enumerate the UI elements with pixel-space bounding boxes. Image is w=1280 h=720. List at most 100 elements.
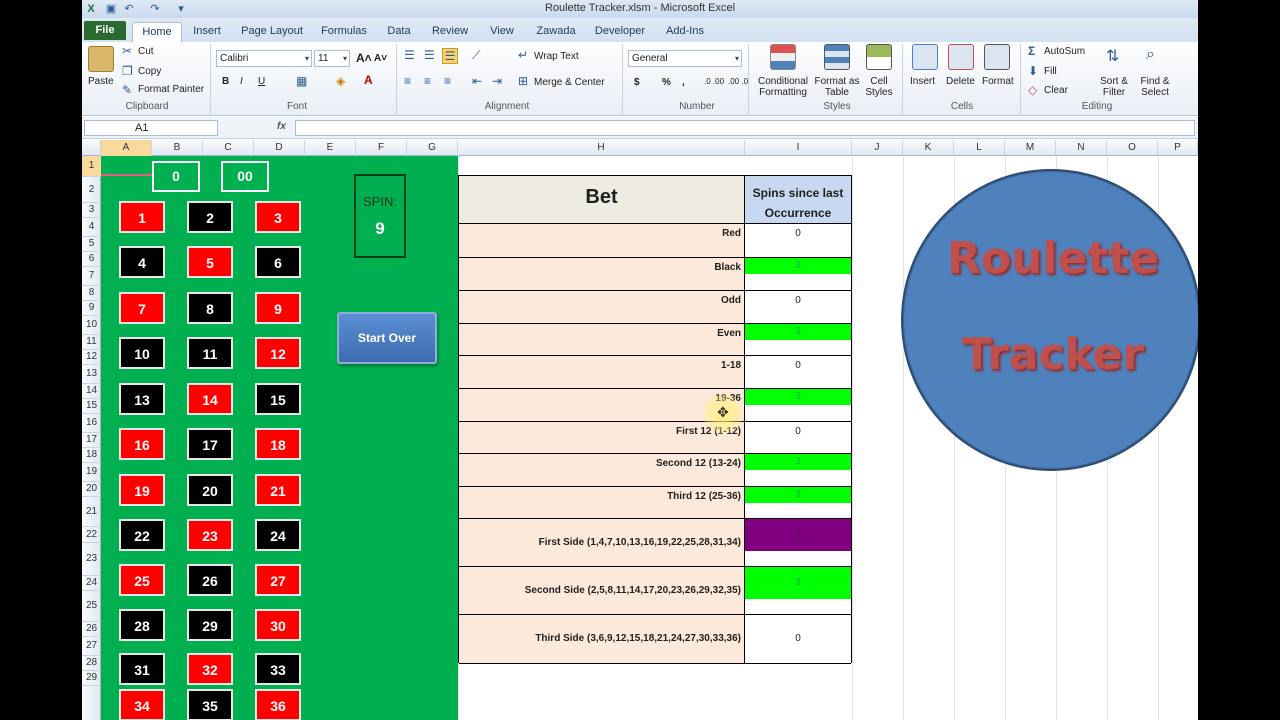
fill-button[interactable]: Fill bbox=[1044, 66, 1057, 77]
row-header-5[interactable]: 5 bbox=[82, 237, 101, 252]
column-header-l[interactable]: L bbox=[954, 140, 1005, 156]
sort-filter-icon[interactable]: ⇅ bbox=[1106, 46, 1119, 66]
find-select-icon[interactable]: ⌕ bbox=[1146, 46, 1155, 64]
roulette-number-12[interactable]: 12 bbox=[255, 337, 301, 369]
align-top-icon[interactable]: ☰ bbox=[404, 48, 415, 62]
roulette-number-8[interactable]: 8 bbox=[187, 292, 233, 324]
insert-cells-button[interactable]: Insert bbox=[910, 76, 935, 87]
row-header-2[interactable]: 2 bbox=[82, 177, 101, 203]
bold-button[interactable]: B bbox=[222, 76, 229, 87]
bet-spins-cell[interactable]: 0 bbox=[745, 615, 851, 664]
row-header-20[interactable]: 20 bbox=[82, 482, 101, 497]
row-header-12[interactable]: 12 bbox=[82, 350, 101, 365]
bet-spins-cell[interactable]: 3 bbox=[745, 389, 851, 422]
insert-cells-icon[interactable] bbox=[912, 44, 938, 70]
row-header-4[interactable]: 4 bbox=[82, 218, 101, 237]
row-header-24[interactable]: 24 bbox=[82, 576, 101, 591]
column-header-h[interactable]: H bbox=[458, 140, 745, 156]
row-header-11[interactable]: 11 bbox=[82, 335, 101, 350]
column-header-j[interactable]: J bbox=[852, 140, 903, 156]
autosum-button[interactable]: AutoSum bbox=[1044, 46, 1085, 57]
comma-button[interactable]: , bbox=[682, 77, 685, 88]
fill-icon[interactable]: ⬇ bbox=[1028, 64, 1038, 78]
sort-filter-button[interactable]: Sort & Filter bbox=[1096, 76, 1132, 98]
roulette-number-31[interactable]: 31 bbox=[119, 653, 165, 685]
decrease-decimal-button[interactable]: .00 .0 bbox=[728, 77, 748, 86]
roulette-number-33[interactable]: 33 bbox=[255, 653, 301, 685]
paste-button[interactable]: Paste bbox=[88, 76, 114, 87]
roulette-number-9[interactable]: 9 bbox=[255, 292, 301, 324]
row-header-28[interactable]: 28 bbox=[82, 656, 101, 671]
underline-button[interactable]: U bbox=[258, 76, 265, 87]
merge-center-button[interactable]: Merge & Center bbox=[534, 77, 605, 88]
cell-styles-button[interactable]: Cell Styles bbox=[862, 76, 896, 98]
roulette-number-30[interactable]: 30 bbox=[255, 609, 301, 641]
wrap-text-button[interactable]: Wrap Text bbox=[534, 51, 579, 62]
roulette-number-11[interactable]: 11 bbox=[187, 337, 233, 369]
row-header-6[interactable]: 6 bbox=[82, 252, 101, 267]
borders-icon[interactable]: ▦ bbox=[296, 74, 307, 88]
column-header-d[interactable]: D bbox=[254, 140, 305, 156]
roulette-number-36[interactable]: 36 bbox=[255, 689, 301, 720]
format-cells-button[interactable]: Format bbox=[982, 76, 1014, 87]
tab-review[interactable]: Review bbox=[430, 22, 470, 42]
cut-icon[interactable]: ✂ bbox=[122, 44, 132, 58]
roulette-number-13[interactable]: 13 bbox=[119, 383, 165, 415]
orientation-icon[interactable]: ⟋ bbox=[472, 48, 480, 63]
roulette-number-29[interactable]: 29 bbox=[187, 609, 233, 641]
bet-spins-cell[interactable]: 3 bbox=[745, 487, 851, 519]
tab-formulas[interactable]: Formulas bbox=[318, 22, 370, 42]
double-zero-cell[interactable]: 00 bbox=[221, 161, 269, 192]
align-bottom-icon[interactable]: ☰ bbox=[442, 48, 458, 64]
row-header-9[interactable]: 9 bbox=[82, 301, 101, 316]
roulette-number-18[interactable]: 18 bbox=[255, 428, 301, 460]
roulette-number-5[interactable]: 5 bbox=[187, 246, 233, 278]
row-header-16[interactable]: 16 bbox=[82, 414, 101, 433]
row-header-3[interactable]: 3 bbox=[82, 203, 101, 218]
row-header-7[interactable]: 7 bbox=[82, 267, 101, 286]
row-header-15[interactable]: 15 bbox=[82, 399, 101, 414]
tab-add-ins[interactable]: Add-Ins bbox=[662, 22, 708, 42]
roulette-number-14[interactable]: 14 bbox=[187, 383, 233, 415]
clear-icon[interactable]: ◇ bbox=[1028, 83, 1037, 97]
formula-input[interactable] bbox=[295, 120, 1195, 136]
find-select-button[interactable]: Find & Select bbox=[1136, 76, 1174, 98]
roulette-number-22[interactable]: 22 bbox=[119, 519, 165, 551]
bet-spins-cell[interactable]: 0 bbox=[745, 291, 851, 324]
bet-spins-cell[interactable]: 3 bbox=[745, 519, 851, 567]
roulette-number-6[interactable]: 6 bbox=[255, 246, 301, 278]
paste-icon[interactable] bbox=[88, 46, 114, 72]
row-header-22[interactable]: 22 bbox=[82, 527, 101, 543]
row-header-8[interactable]: 8 bbox=[82, 286, 101, 301]
row-header-17[interactable]: 17 bbox=[82, 433, 101, 448]
column-header-c[interactable]: C bbox=[203, 140, 254, 156]
row-header-23[interactable]: 23 bbox=[82, 543, 101, 576]
column-header-p[interactable]: P bbox=[1158, 140, 1198, 156]
row-header-13[interactable]: 13 bbox=[82, 365, 101, 384]
bet-spins-cell[interactable]: 3 bbox=[745, 324, 851, 356]
column-header-g[interactable]: G bbox=[407, 140, 458, 156]
roulette-number-25[interactable]: 25 bbox=[119, 564, 165, 596]
roulette-number-4[interactable]: 4 bbox=[119, 246, 165, 278]
roulette-number-10[interactable]: 10 bbox=[119, 337, 165, 369]
percent-button[interactable]: % bbox=[662, 77, 671, 88]
tab-page-layout[interactable]: Page Layout bbox=[238, 22, 306, 42]
roulette-number-16[interactable]: 16 bbox=[119, 428, 165, 460]
roulette-number-21[interactable]: 21 bbox=[255, 474, 301, 506]
font-size-combo[interactable]: 11 ▾ bbox=[314, 50, 350, 67]
worksheet-grid[interactable]: 0 00 1 2 3 4 5 6 7 8 9 10 11 12 13 14 15 16 17 18 19 20 21 22… bbox=[101, 156, 1198, 720]
copy-button[interactable]: Copy bbox=[138, 66, 161, 77]
bet-spins-cell[interactable]: 3 bbox=[745, 567, 851, 615]
autosum-icon[interactable]: Σ bbox=[1028, 44, 1035, 58]
column-header-b[interactable]: B bbox=[152, 140, 203, 156]
column-header-n[interactable]: N bbox=[1056, 140, 1107, 156]
column-header-f[interactable]: F bbox=[356, 140, 407, 156]
wrap-text-icon[interactable]: ↵ bbox=[518, 48, 528, 62]
format-cells-icon[interactable] bbox=[984, 44, 1010, 70]
roulette-number-19[interactable]: 19 bbox=[119, 474, 165, 506]
row-header-26[interactable]: 26 bbox=[82, 622, 101, 637]
column-header-i[interactable]: I bbox=[745, 140, 852, 156]
select-all-corner[interactable] bbox=[82, 140, 101, 156]
tab-developer[interactable]: Developer bbox=[594, 22, 646, 42]
roulette-number-20[interactable]: 20 bbox=[187, 474, 233, 506]
